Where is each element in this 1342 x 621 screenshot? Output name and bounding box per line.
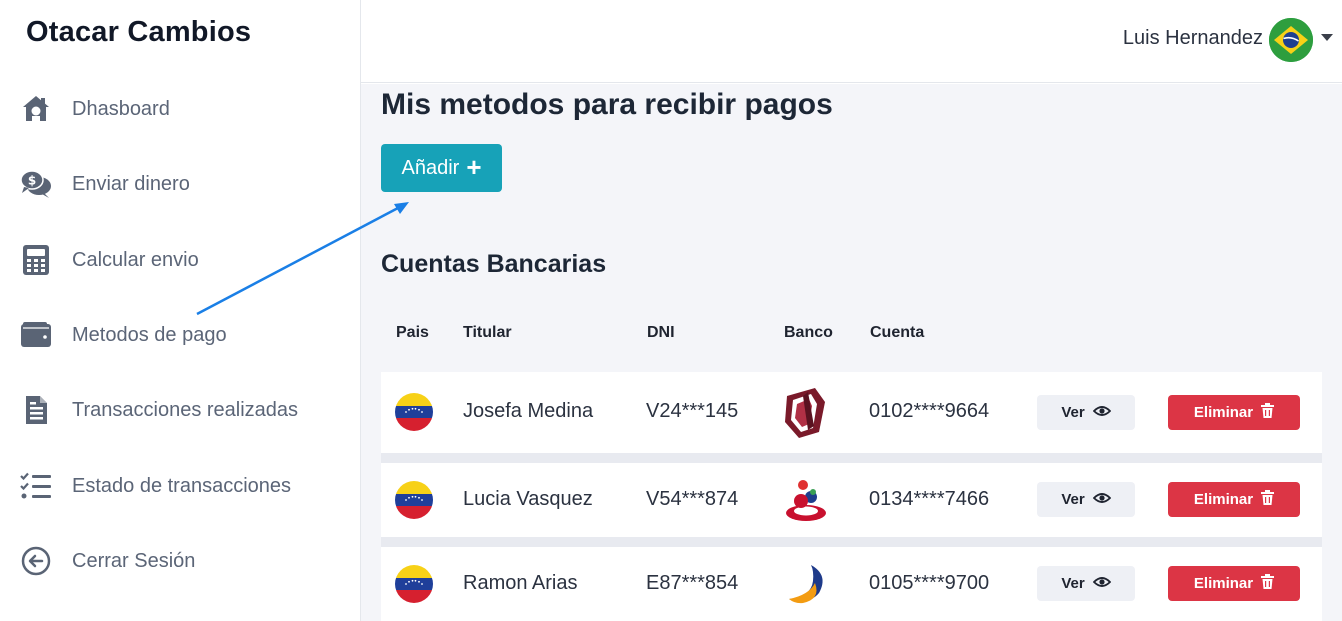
receipt-icon [20,394,52,426]
table-row: Ramon Arias E87***854 0105****9700 Ver E… [381,547,1322,621]
sidebar-item-label: Cerrar Sesión [72,549,196,572]
cell-cuenta: 0102****9664 [869,400,990,422]
view-button-label: Ver [1061,404,1085,421]
eye-icon [1092,404,1111,421]
wallet-icon [20,319,52,351]
view-button-label: Ver [1061,491,1085,508]
brand-title: Otacar Cambios [26,16,252,48]
column-header-cuenta: Cuenta [870,324,925,341]
home-dollar-icon [20,93,52,125]
delete-button-label: Eliminar [1193,491,1254,508]
calculator-icon [20,244,52,276]
row-divider [381,537,1322,547]
cell-dni: E87***854 [646,572,739,594]
view-button[interactable]: Ver [1037,482,1135,517]
sidebar: Otacar Cambios Dhasboard $ Enviar dinero… [0,0,361,621]
cell-titular: Ramon Arias [463,572,578,594]
section-title: Cuentas Bancarias [381,250,607,278]
sidebar-item-send-money[interactable]: $ Enviar dinero [0,159,360,209]
view-button-label: Ver [1061,575,1085,592]
sidebar-item-logout[interactable]: Cerrar Sesión [0,536,360,586]
bank-logo-venezuela-icon [781,386,831,440]
add-button-label: Añadir [401,156,460,179]
sidebar-item-label: Enviar dinero [72,172,190,195]
brazil-flag-icon[interactable] [1269,18,1313,62]
view-button[interactable]: Ver [1037,395,1135,430]
table-row: Lucia Vasquez V54***874 0134****7466 Ver… [381,463,1322,537]
sidebar-item-payment-methods[interactable]: Metodos de pago [0,310,360,360]
add-button[interactable]: Añadir + [381,144,502,192]
delete-button[interactable]: Eliminar [1168,566,1300,601]
column-header-pais: Pais [396,324,429,341]
cell-dni: V54***874 [646,488,739,510]
sidebar-item-label: Estado de transacciones [72,474,292,497]
cell-cuenta: 0105****9700 [869,572,990,594]
eye-icon [1092,575,1111,592]
logout-arrow-icon [20,545,52,577]
sidebar-item-label: Dhasboard [72,97,170,120]
column-header-titular: Titular [463,324,512,341]
delete-button-label: Eliminar [1193,404,1254,421]
top-bar: Luis Hernandez [361,0,1342,83]
cell-cuenta: 0134****7466 [869,488,990,510]
svg-text:$: $ [28,174,36,188]
venezuela-flag-icon [395,565,433,603]
delete-button-label: Eliminar [1193,575,1254,592]
cell-titular: Lucia Vasquez [463,488,593,510]
main-content: Mis metodos para recibir pagos Añadir + … [361,84,1342,621]
delete-button[interactable]: Eliminar [1168,482,1300,517]
checklist-icon [20,470,52,502]
sidebar-item-transaction-status[interactable]: Estado de transacciones [0,461,360,511]
table-row: Josefa Medina V24***145 0102****9664 Ver… [381,372,1322,453]
sidebar-item-dashboard[interactable]: Dhasboard [0,84,360,134]
cell-titular: Josefa Medina [463,400,594,422]
row-divider [381,453,1322,463]
view-button[interactable]: Ver [1037,566,1135,601]
chevron-down-icon[interactable] [1321,34,1333,41]
sidebar-item-label: Calcular envio [72,248,199,271]
sidebar-item-label: Transacciones realizadas [72,398,299,421]
trash-icon [1261,574,1275,593]
user-name[interactable]: Luis Hernandez [1123,27,1263,50]
cell-dni: V24***145 [646,400,739,422]
bank-logo-mercantil-icon [781,561,831,615]
venezuela-flag-icon [395,393,433,431]
column-header-dni: DNI [647,324,675,341]
sidebar-item-transactions-done[interactable]: Transacciones realizadas [0,385,360,435]
column-header-banco: Banco [784,324,833,341]
chat-dollar-icon: $ [20,168,52,200]
trash-icon [1261,403,1275,422]
delete-button[interactable]: Eliminar [1168,395,1300,430]
page-title: Mis metodos para recibir pagos [381,88,833,121]
bank-logo-bicentenario-icon [781,475,831,529]
venezuela-flag-icon [395,481,433,519]
eye-icon [1092,491,1111,508]
plus-icon: + [466,152,482,182]
sidebar-item-calculate[interactable]: Calcular envio [0,235,360,285]
trash-icon [1261,490,1275,509]
sidebar-item-label: Metodos de pago [72,323,227,346]
